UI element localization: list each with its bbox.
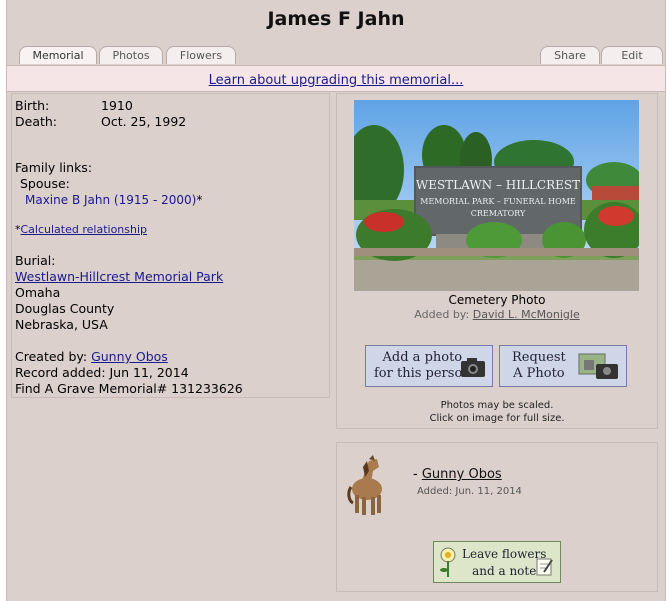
flower-dash: -	[413, 467, 418, 482]
request-photo-line-2: A Photo	[513, 366, 565, 381]
memorial-id: Find A Grave Memorial# 131233626	[15, 381, 243, 396]
burial-county: Douglas County	[15, 301, 115, 316]
spouse-entry: Maxine B Jahn (1915 - 2000)*	[25, 192, 202, 208]
request-photo-icon	[578, 353, 618, 379]
cemetery-link-row: Westlawn-Hillcrest Memorial Park	[15, 269, 223, 285]
cemetery-photo[interactable]: WESTLAWN – HILLCREST MEMORIAL PARK – FUN…	[354, 100, 639, 291]
photo-added-by-link[interactable]: David L. McMonigle	[473, 308, 580, 321]
add-photo-line-1: Add a photo	[382, 350, 463, 365]
photo-panel: WESTLAWN – HILLCREST MEMORIAL PARK – FUN…	[336, 93, 658, 429]
leave-flowers-line-2: and a note	[472, 564, 537, 578]
cemetery-link[interactable]: Westlawn-Hillcrest Memorial Park	[15, 269, 223, 284]
family-links-label: Family links:	[15, 160, 93, 175]
spouse-asterisk: *	[196, 193, 203, 207]
calculated-relationship: *Calculated relationship	[15, 222, 147, 238]
added-by-label: Added by:	[414, 308, 470, 321]
request-photo-button[interactable]: Request A Photo	[499, 345, 627, 387]
flowers-panel: - Gunny Obos Added: Jun. 11, 2014 Leave …	[336, 442, 658, 592]
photo-added-by: Added by: David L. McMonigle	[337, 308, 657, 321]
add-photo-text: Add a photo for this person	[374, 350, 471, 382]
flower-giver-link[interactable]: Gunny Obos	[422, 467, 502, 482]
add-photo-button[interactable]: Add a photo for this person	[365, 345, 493, 387]
burial-state: Nebraska, USA	[15, 317, 108, 332]
created-by: Created by: Gunny Obos	[15, 349, 168, 365]
spouse-label: Spouse:	[20, 176, 70, 191]
memorial-page: James F Jahn Memorial Photos Flowers Sha…	[6, 0, 666, 601]
page-title: James F Jahn	[267, 8, 405, 30]
horse-icon	[347, 455, 382, 515]
photo-caption: Cemetery Photo	[448, 293, 546, 307]
created-by-link[interactable]: Gunny Obos	[91, 349, 168, 364]
add-photo-line-2: for this person	[374, 366, 471, 381]
upgrade-bar: Learn about upgrading this memorial...	[7, 65, 665, 92]
scale-note-line-2: Click on image for full size.	[429, 413, 565, 424]
burial-label: Burial:	[15, 253, 56, 268]
note-icon	[536, 558, 553, 576]
memorial-info-panel: Birth: 1910 Death: Oct. 25, 1992 Family …	[11, 93, 330, 398]
flower-giver: - Gunny Obos	[413, 467, 502, 482]
tab-edit[interactable]: Edit	[601, 46, 663, 64]
burial-city: Omaha	[15, 285, 61, 300]
record-added: Record added: Jun 11, 2014	[15, 365, 189, 380]
death-value: Oct. 25, 1992	[101, 114, 187, 129]
upgrade-link[interactable]: Learn about upgrading this memorial...	[209, 73, 464, 88]
tab-share[interactable]: Share	[540, 46, 600, 64]
leave-flowers-button[interactable]: Leave flowers and a note	[433, 541, 561, 583]
tab-flowers[interactable]: Flowers	[166, 46, 236, 64]
camera-icon	[461, 358, 485, 377]
request-photo-line-1: Request	[512, 350, 566, 365]
created-by-label: Created by:	[15, 349, 88, 364]
birth-label: Birth:	[15, 98, 50, 113]
leave-flowers-text: Leave flowers and a note	[462, 546, 546, 580]
photo-scale-note: Photos may be scaled. Click on image for…	[337, 399, 657, 425]
sign-line-3: CREMATORY	[471, 209, 526, 218]
tab-photos[interactable]: Photos	[99, 46, 163, 64]
sign-line-2: MEMORIAL PARK – FUNERAL HOME	[420, 197, 576, 206]
spouse-link[interactable]: Maxine B Jahn (1915 - 2000)	[25, 193, 196, 207]
flower-icon	[440, 547, 456, 577]
request-photo-text: Request A Photo	[512, 350, 566, 382]
flower-added-date: Added: Jun. 11, 2014	[417, 486, 522, 497]
birth-value: 1910	[101, 98, 133, 113]
sign-line-1: WESTLAWN – HILLCREST	[416, 178, 580, 192]
leave-flowers-line-1: Leave flowers	[462, 547, 547, 561]
calculated-relationship-link[interactable]: Calculated relationship	[21, 223, 148, 236]
scale-note-line-1: Photos may be scaled.	[440, 400, 554, 411]
tab-memorial[interactable]: Memorial	[19, 46, 97, 64]
death-label: Death:	[15, 114, 58, 129]
